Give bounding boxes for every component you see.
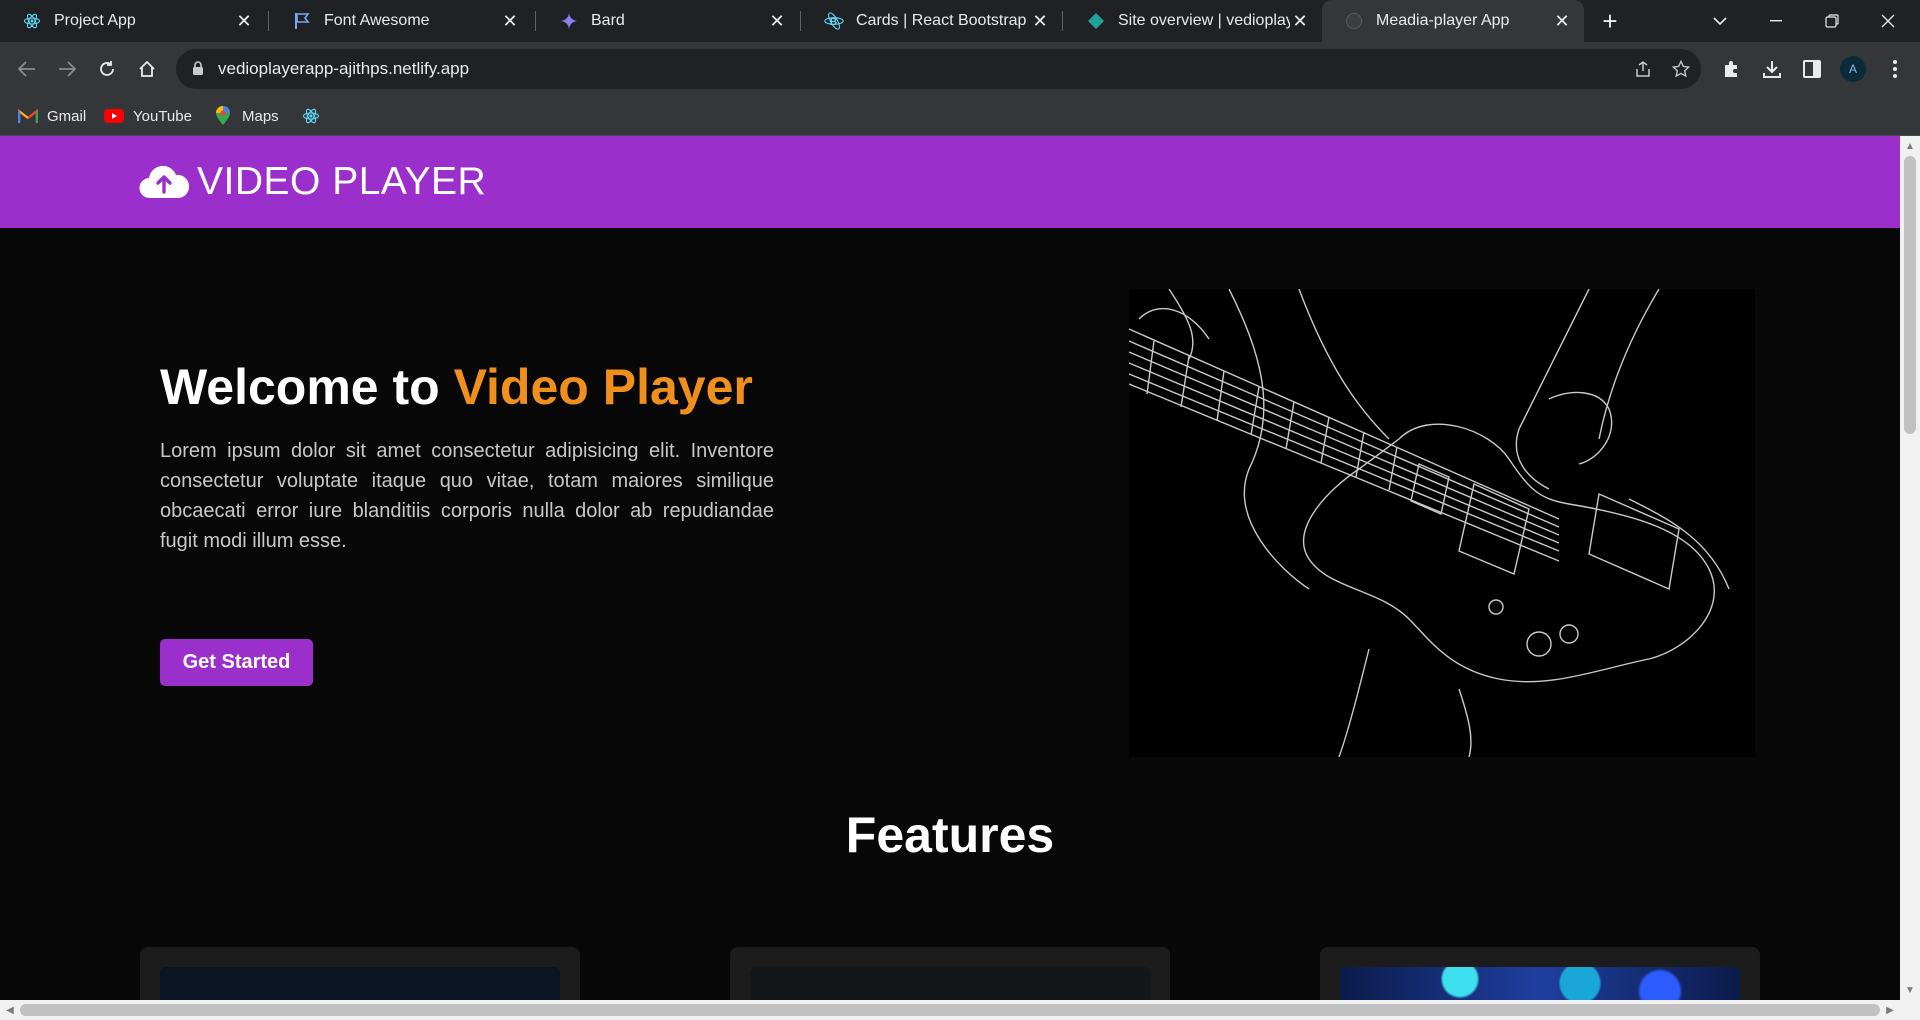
netlify-icon xyxy=(1086,11,1106,31)
bookmark-react[interactable] xyxy=(301,105,330,127)
forward-arrow-icon[interactable] xyxy=(52,54,82,84)
hero-title-prefix: Welcome to xyxy=(160,359,454,415)
site-brand[interactable]: VIDEO PLAYER xyxy=(197,160,486,204)
new-tab-button[interactable]: + xyxy=(1597,6,1623,36)
menu-kebab-icon[interactable] xyxy=(1882,56,1908,82)
tab-title: Font Awesome xyxy=(324,12,430,29)
gmail-icon xyxy=(18,108,38,124)
tab-site-overview[interactable]: Site overview | vedioplayer ✕ xyxy=(1064,0,1322,42)
vertical-scrollbar[interactable]: ▲ ▼ xyxy=(1900,136,1920,1000)
vertical-scroll-thumb[interactable] xyxy=(1904,156,1916,434)
url-text[interactable]: vedioplayerapp-ajithps.netlify.app xyxy=(218,59,469,79)
side-panel-icon[interactable] xyxy=(1799,56,1825,82)
browser-toolbar: vedioplayerapp-ajithps.netlify.app xyxy=(0,42,1920,96)
hero-guitar-image xyxy=(1128,288,1755,758)
horizontal-scrollbar[interactable]: ◀ ▶ xyxy=(0,1000,1920,1020)
youtube-icon xyxy=(104,108,124,124)
tab-title: Cards | React Bootstrap xyxy=(856,12,1027,29)
tab-font-awesome[interactable]: Font Awesome ✕ xyxy=(270,0,532,42)
close-tab-icon[interactable]: ✕ xyxy=(234,11,254,31)
scroll-down-arrow-icon[interactable]: ▼ xyxy=(1904,984,1916,996)
bookmark-label: Gmail xyxy=(47,107,87,125)
tab-strip: Project App ✕ Font Awesome ✕ Bard ✕ B Ca… xyxy=(0,0,1920,42)
tab-meadia-player-app[interactable]: Meadia-player App ✕ xyxy=(1322,0,1584,42)
hero-title-accent: Video Player xyxy=(453,359,753,415)
close-window-icon[interactable] xyxy=(1860,0,1916,42)
hero-title: Welcome to Video Player xyxy=(160,358,753,416)
share-icon[interactable] xyxy=(1632,58,1654,80)
tab-title: Site overview | vedioplayer xyxy=(1118,12,1290,29)
extensions-puzzle-icon[interactable] xyxy=(1719,56,1745,82)
tab-title: Project App xyxy=(54,12,136,29)
scroll-right-arrow-icon[interactable]: ▶ xyxy=(1884,1004,1896,1016)
tab-project-app[interactable]: Project App ✕ xyxy=(0,0,266,42)
tab-title: Bard xyxy=(591,12,625,29)
scroll-up-arrow-icon[interactable]: ▲ xyxy=(1904,140,1916,152)
reload-icon[interactable] xyxy=(92,54,122,84)
tab-divider xyxy=(535,11,536,31)
feature-card-image xyxy=(750,967,1150,1000)
tab-divider xyxy=(268,11,269,31)
flag-icon xyxy=(292,11,312,31)
home-icon[interactable] xyxy=(132,54,162,84)
back-arrow-icon[interactable] xyxy=(12,54,42,84)
tab-divider xyxy=(800,11,801,31)
cloud-upload-icon[interactable] xyxy=(138,160,190,200)
tab-title: Meadia-player App xyxy=(1376,12,1510,29)
download-icon[interactable] xyxy=(1759,56,1785,82)
feature-card[interactable] xyxy=(1320,947,1760,1000)
globe-icon xyxy=(1344,11,1364,31)
close-tab-icon[interactable]: ✕ xyxy=(1290,11,1310,31)
close-tab-icon[interactable]: ✕ xyxy=(1552,11,1572,31)
tab-search-chevron-icon[interactable] xyxy=(1692,0,1748,42)
feature-card-image xyxy=(160,967,560,1000)
feature-card-image xyxy=(1340,967,1740,1000)
scroll-left-arrow-icon[interactable]: ◀ xyxy=(4,1004,16,1016)
tab-divider xyxy=(1062,11,1063,31)
tab-bard[interactable]: Bard ✕ xyxy=(537,0,799,42)
features-heading: Features xyxy=(845,807,1055,863)
web-page: VIDEO PLAYER Welcome to Video Player Lor… xyxy=(0,136,1900,1000)
close-tab-icon[interactable]: ✕ xyxy=(1030,11,1050,31)
site-navbar: VIDEO PLAYER xyxy=(0,136,1900,228)
hero-description: Lorem ipsum dolor sit amet consectetur a… xyxy=(160,440,774,552)
feature-card[interactable] xyxy=(730,947,1170,1000)
tab-react-bootstrap[interactable]: B Cards | React Bootstrap ✕ xyxy=(802,0,1062,42)
address-bar[interactable]: vedioplayerapp-ajithps.netlify.app xyxy=(176,49,1701,89)
maps-icon xyxy=(213,106,233,125)
react-bootstrap-icon: B xyxy=(824,11,844,31)
bookmark-label: YouTube xyxy=(133,107,192,125)
react-icon xyxy=(22,11,42,31)
close-tab-icon[interactable]: ✕ xyxy=(767,11,787,31)
browser-chrome: Project App ✕ Font Awesome ✕ Bard ✕ B Ca… xyxy=(0,0,1920,136)
bookmarks-bar: Gmail YouTube Maps xyxy=(0,96,1920,136)
bookmark-maps[interactable]: Maps xyxy=(213,105,279,127)
minimize-window-icon[interactable] xyxy=(1748,0,1804,42)
bookmark-star-icon[interactable] xyxy=(1670,58,1692,80)
restore-window-icon[interactable] xyxy=(1804,0,1860,42)
react-icon xyxy=(301,108,321,124)
bookmark-youtube[interactable]: YouTube xyxy=(104,105,192,127)
bard-sparkle-icon xyxy=(559,11,579,31)
profile-avatar[interactable]: A xyxy=(1840,56,1866,82)
svg-text:B: B xyxy=(830,17,837,28)
close-tab-icon[interactable]: ✕ xyxy=(500,11,520,31)
lock-icon[interactable] xyxy=(192,61,206,77)
get-started-button[interactable]: Get Started xyxy=(160,639,313,686)
horizontal-scroll-thumb[interactable] xyxy=(20,1004,1880,1016)
bookmark-label: Maps xyxy=(242,107,279,125)
bookmark-gmail[interactable]: Gmail xyxy=(18,105,86,127)
feature-card[interactable] xyxy=(140,947,580,1000)
